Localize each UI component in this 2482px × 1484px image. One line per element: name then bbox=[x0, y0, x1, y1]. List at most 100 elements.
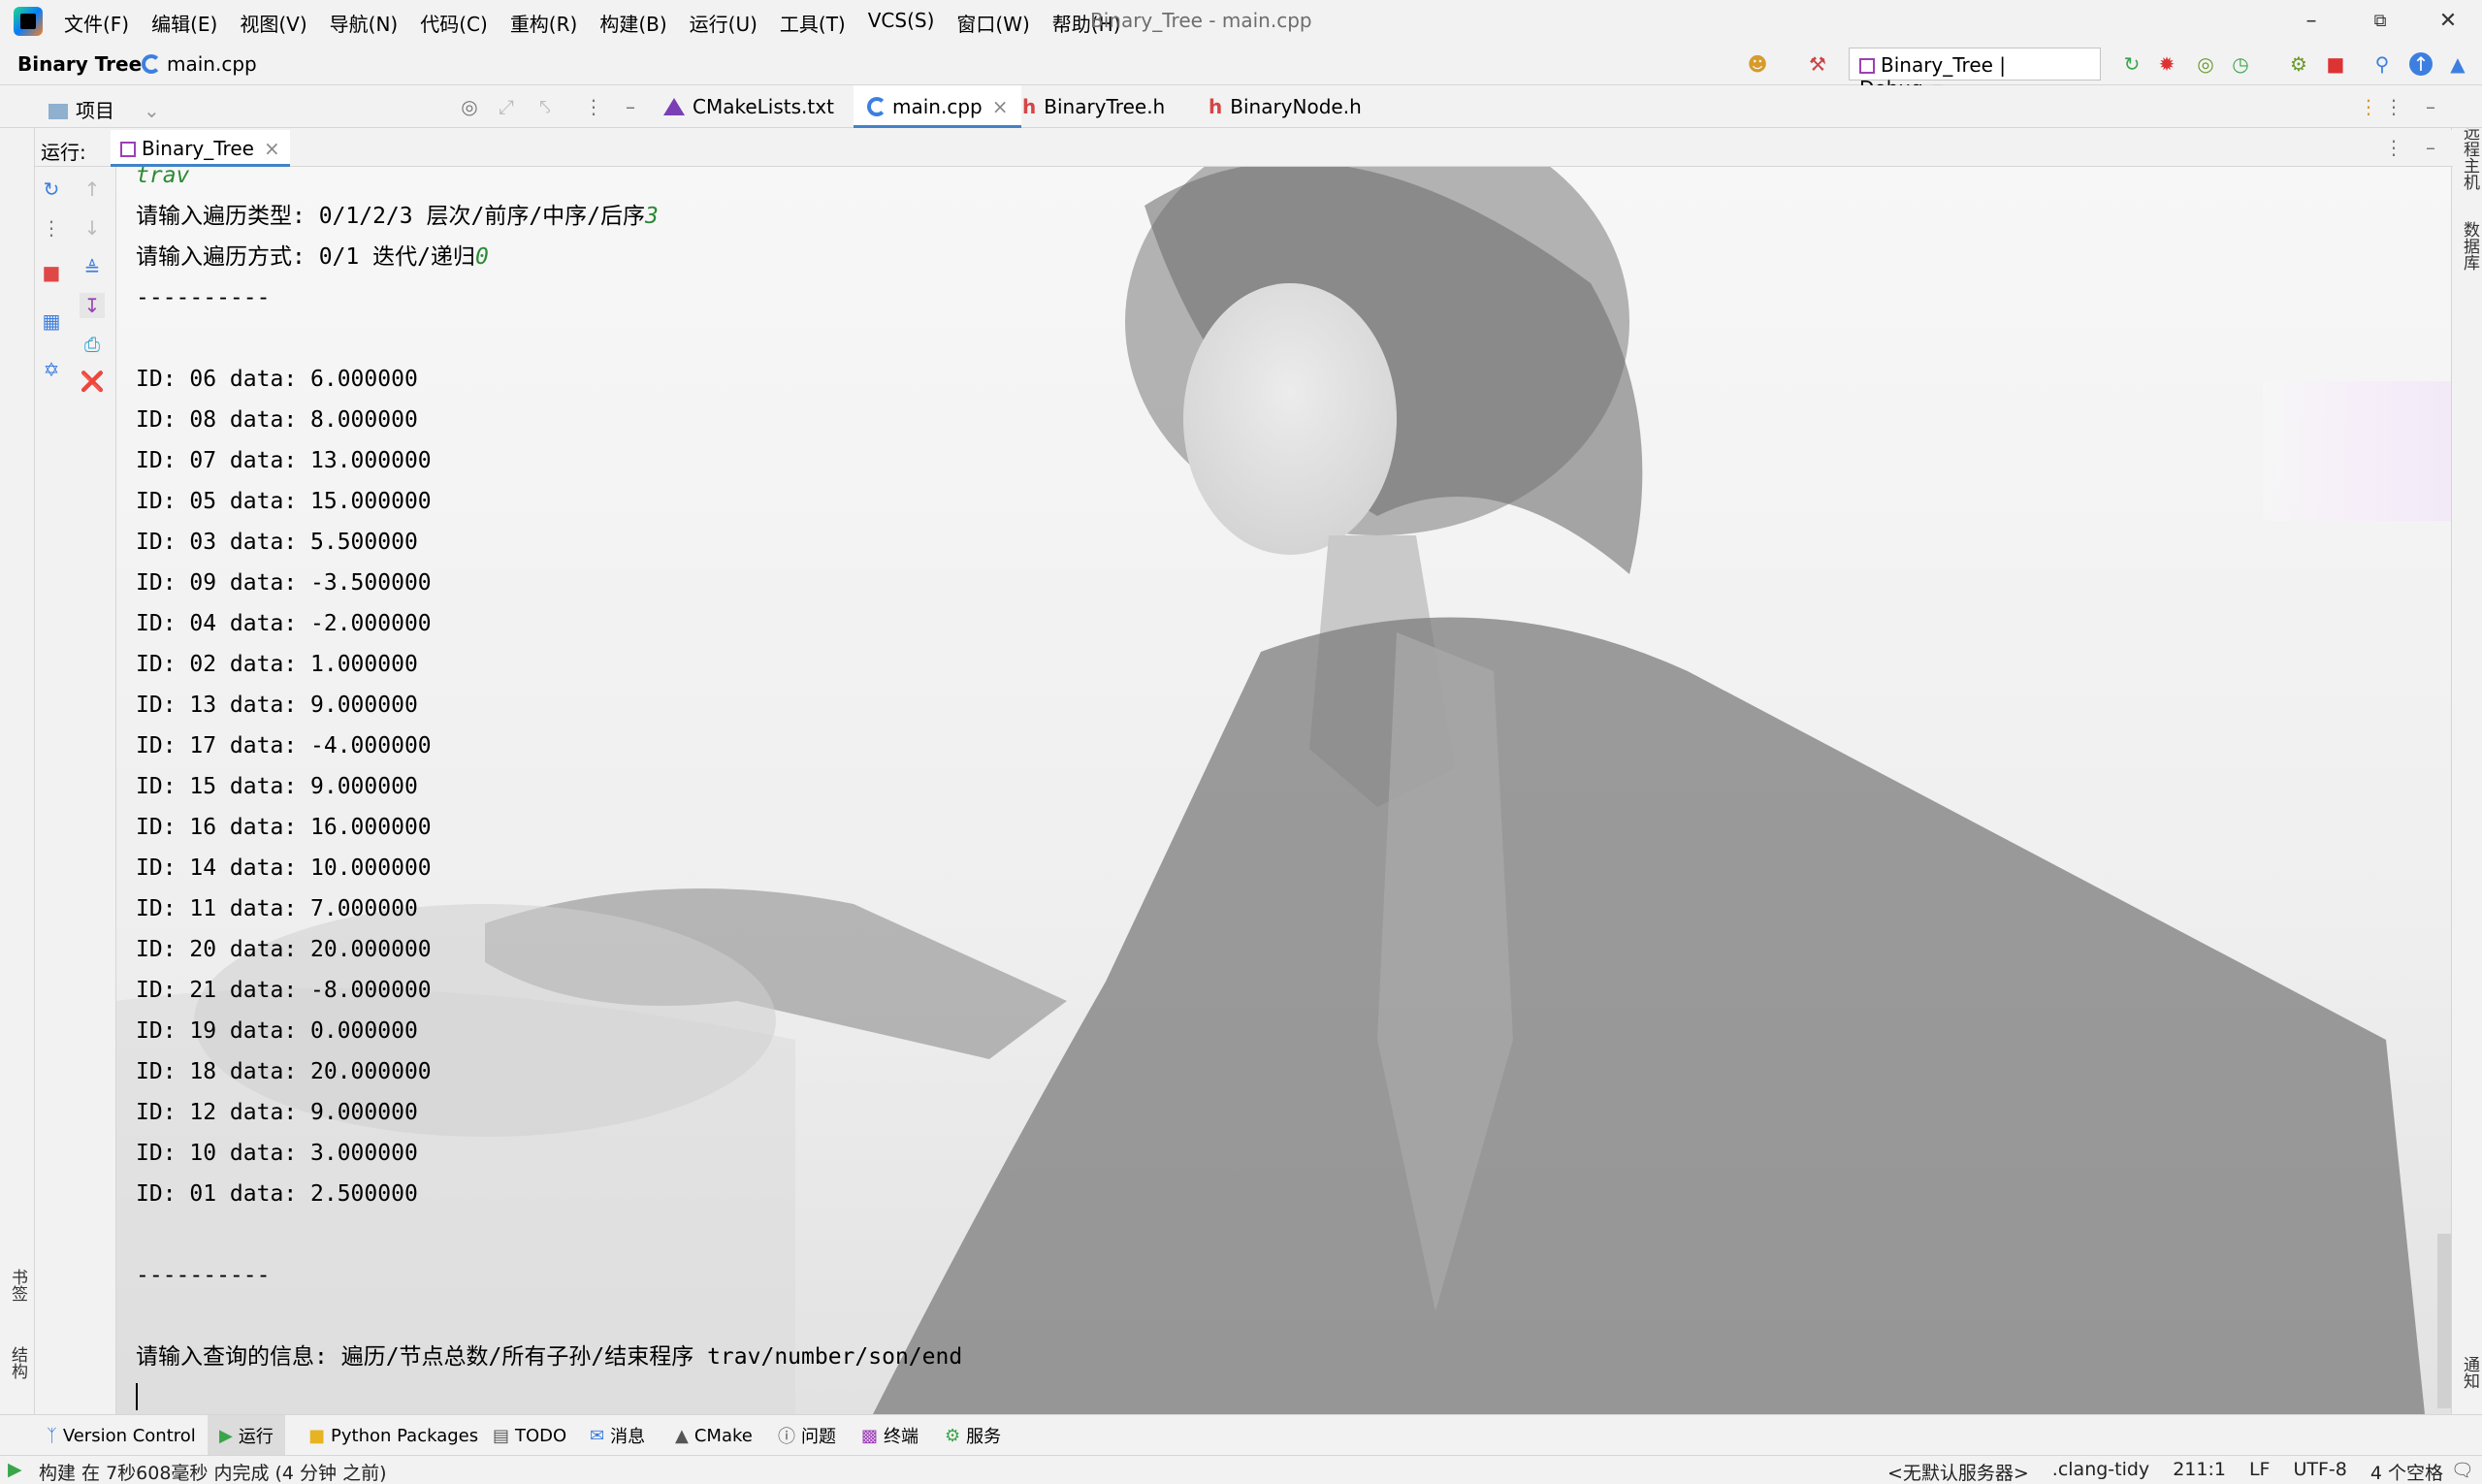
tab-binarynode-h[interactable]: h BinaryNode.h bbox=[1195, 85, 1375, 128]
hammer-icon[interactable]: ⚒ bbox=[1806, 52, 1829, 76]
menu-file[interactable]: 文件(F) bbox=[64, 9, 129, 37]
clear-trash-icon[interactable]: ❌ bbox=[80, 369, 105, 394]
tool-run[interactable]: ▶ 运行 bbox=[208, 1415, 285, 1456]
close-icon[interactable]: ✕ bbox=[2431, 4, 2466, 39]
breadcrumb-project[interactable]: Binary Tree bbox=[17, 52, 142, 76]
tool-services[interactable]: ⚙ 服务 bbox=[933, 1415, 1013, 1456]
table-row: ID: 10 data: 3.000000 bbox=[136, 1141, 418, 1166]
cmake-icon bbox=[663, 98, 685, 115]
project-panel-header[interactable]: 项目 ⌄ bbox=[48, 95, 160, 123]
status-message[interactable]: 构建 在 7秒608毫秒 内完成 (4 分钟 之前) bbox=[39, 1459, 387, 1484]
coverage-icon[interactable]: ◎ bbox=[2194, 52, 2217, 76]
target-icon[interactable]: ◎ bbox=[458, 95, 481, 118]
soft-wrap-icon[interactable]: ≜ bbox=[80, 256, 105, 281]
print-icon[interactable]: ⎙ bbox=[80, 332, 105, 357]
jetbrains-toolbox-icon[interactable]: ▲ bbox=[2446, 52, 2469, 76]
more-options-icon[interactable]: ⋮ bbox=[582, 95, 605, 118]
tab-binarytree-h[interactable]: h BinaryTree.h bbox=[1009, 85, 1178, 128]
table-row: ID: 19 data: 0.000000 bbox=[136, 1018, 418, 1044]
menu-edit[interactable]: 编辑(E) bbox=[151, 9, 217, 37]
build-status-icon: ▶ bbox=[8, 1459, 22, 1480]
users-icon[interactable]: ☻ bbox=[1746, 52, 1769, 76]
search-icon[interactable]: ⚲ bbox=[2370, 52, 2394, 76]
notification-bubble-icon[interactable]: 🗨 bbox=[2451, 1459, 2474, 1481]
tool-problems[interactable]: ⓘ 问题 bbox=[766, 1415, 848, 1456]
tool-label: TODO bbox=[515, 1425, 567, 1446]
menu-refactor[interactable]: 重构(R) bbox=[510, 9, 578, 37]
expand-icon[interactable]: ⤢ bbox=[495, 95, 518, 118]
menu-tools[interactable]: 工具(T) bbox=[780, 9, 846, 37]
layout-icon[interactable]: ▦ bbox=[39, 308, 64, 334]
list-icon: ▤ bbox=[493, 1425, 510, 1446]
table-row: ID: 21 data: -8.000000 bbox=[136, 978, 432, 1003]
menu-build[interactable]: 构建(B) bbox=[599, 9, 666, 37]
table-row: ID: 05 data: 15.000000 bbox=[136, 489, 432, 514]
remote-host-tool-label[interactable]: 远程主机 bbox=[2458, 124, 2482, 190]
up-arrow-icon[interactable]: ↑ bbox=[80, 177, 105, 202]
database-tool-label[interactable]: 数据库 bbox=[2458, 221, 2482, 271]
close-tab-icon[interactable]: × bbox=[992, 95, 1009, 118]
status-position[interactable]: 211:1 bbox=[2173, 1459, 2226, 1484]
status-indent[interactable]: 4 个空格 bbox=[2370, 1459, 2443, 1484]
tool-todo[interactable]: ▤ TODO bbox=[481, 1415, 578, 1456]
rerun-icon[interactable]: ↻ bbox=[2120, 52, 2144, 76]
run-config-selector[interactable]: Binary_Tree | Debug▾ bbox=[1849, 48, 2101, 100]
restore-icon[interactable]: ⧉ bbox=[2363, 4, 2398, 39]
tool-label: CMake bbox=[693, 1425, 753, 1446]
tool-windows-bar: ᛉ Version Control ▶ 运行 ■ Python Packages ▤ T… bbox=[0, 1414, 2482, 1456]
more-options-icon[interactable]: ⋮ bbox=[2382, 95, 2405, 118]
tab-cmakelists[interactable]: CMakeLists.txt bbox=[650, 85, 848, 128]
tab-main-cpp[interactable]: main.cpp × bbox=[854, 85, 1022, 128]
right-tool-strip: 远程主机 数据库 通知 bbox=[2451, 85, 2482, 1414]
menu-run[interactable]: 运行(U) bbox=[690, 9, 757, 37]
rerun-icon[interactable]: ↻ bbox=[39, 177, 64, 202]
hide-panel-icon[interactable]: – bbox=[2419, 95, 2442, 118]
update-icon[interactable]: ↑ bbox=[2409, 52, 2433, 76]
status-bar: ▶ 构建 在 7秒608毫秒 内完成 (4 分钟 之前) <无默认服务器> .c… bbox=[0, 1455, 2482, 1484]
run-console[interactable]: 英 trav请输入遍历类型: 0/1/2/3 层次/前序/中序/后序3请输入遍历… bbox=[116, 167, 2451, 1414]
menu-view[interactable]: 视图(V) bbox=[240, 9, 306, 37]
menu-vcs[interactable]: VCS(S) bbox=[868, 9, 935, 37]
debug-icon[interactable]: ✹ bbox=[2155, 52, 2178, 76]
menu-code[interactable]: 代码(C) bbox=[420, 9, 488, 37]
message-icon: ✉ bbox=[590, 1425, 605, 1446]
tool-python-packages[interactable]: ■ Python Packages bbox=[297, 1415, 490, 1456]
minimize-icon[interactable]: – bbox=[2294, 4, 2329, 39]
hide-panel-icon[interactable]: – bbox=[2419, 136, 2442, 159]
bookmarks-tool-label[interactable]: 书签 bbox=[6, 1269, 30, 1302]
run-tool-header: 运行: Binary_Tree × ⋮ – bbox=[35, 130, 2453, 167]
scrollbar-thumb[interactable] bbox=[2437, 1234, 2451, 1408]
table-row: ID: 16 data: 16.000000 bbox=[136, 815, 432, 840]
more-options-icon[interactable]: ⋮ bbox=[2382, 136, 2405, 159]
run-config-tab[interactable]: Binary_Tree × bbox=[111, 130, 290, 167]
tool-messages[interactable]: ✉ 消息 bbox=[578, 1415, 657, 1456]
status-encoding[interactable]: UTF-8 bbox=[2293, 1459, 2346, 1484]
notifications-tool-label[interactable]: 通知 bbox=[2458, 1356, 2482, 1389]
pin-icon[interactable]: ✡ bbox=[39, 357, 64, 382]
valgrind-icon[interactable]: ⚙ bbox=[2287, 52, 2310, 76]
scroll-to-end-icon[interactable]: ↧ bbox=[80, 293, 105, 318]
profile-icon[interactable]: ◷ bbox=[2229, 52, 2252, 76]
tab-binarytree-h-label: BinaryTree.h bbox=[1044, 95, 1166, 118]
table-row: ID: 02 data: 1.000000 bbox=[136, 652, 418, 677]
tool-version-control[interactable]: ᛉ Version Control bbox=[35, 1415, 208, 1456]
structure-tool-label[interactable]: 结构 bbox=[6, 1346, 30, 1379]
status-right: <无默认服务器> .clang-tidy 211:1 LF UTF-8 4 个空… bbox=[1864, 1459, 2443, 1484]
stop-icon[interactable]: ■ bbox=[2324, 52, 2347, 76]
tool-terminal[interactable]: ▩ 终端 bbox=[850, 1415, 930, 1456]
breadcrumb-file[interactable]: main.cpp bbox=[142, 52, 257, 76]
status-linter[interactable]: .clang-tidy bbox=[2052, 1459, 2149, 1484]
more-options-icon[interactable]: ⋮ bbox=[2357, 95, 2380, 118]
close-tab-icon[interactable]: × bbox=[264, 137, 280, 160]
down-arrow-icon[interactable]: ↓ bbox=[80, 215, 105, 241]
hide-panel-icon[interactable]: – bbox=[619, 95, 642, 118]
console-input-line[interactable] bbox=[136, 1377, 962, 1414]
collapse-icon[interactable]: ⤣ bbox=[533, 95, 557, 118]
tool-cmake[interactable]: ▲ CMake bbox=[663, 1415, 764, 1456]
more-options-icon[interactable]: ⋮ bbox=[39, 215, 64, 241]
menu-navigate[interactable]: 导航(N) bbox=[330, 9, 399, 37]
stop-icon[interactable]: ■ bbox=[39, 260, 64, 285]
status-server[interactable]: <无默认服务器> bbox=[1887, 1459, 2029, 1484]
status-line-ending[interactable]: LF bbox=[2249, 1459, 2271, 1484]
menu-window[interactable]: 窗口(W) bbox=[956, 9, 1029, 37]
